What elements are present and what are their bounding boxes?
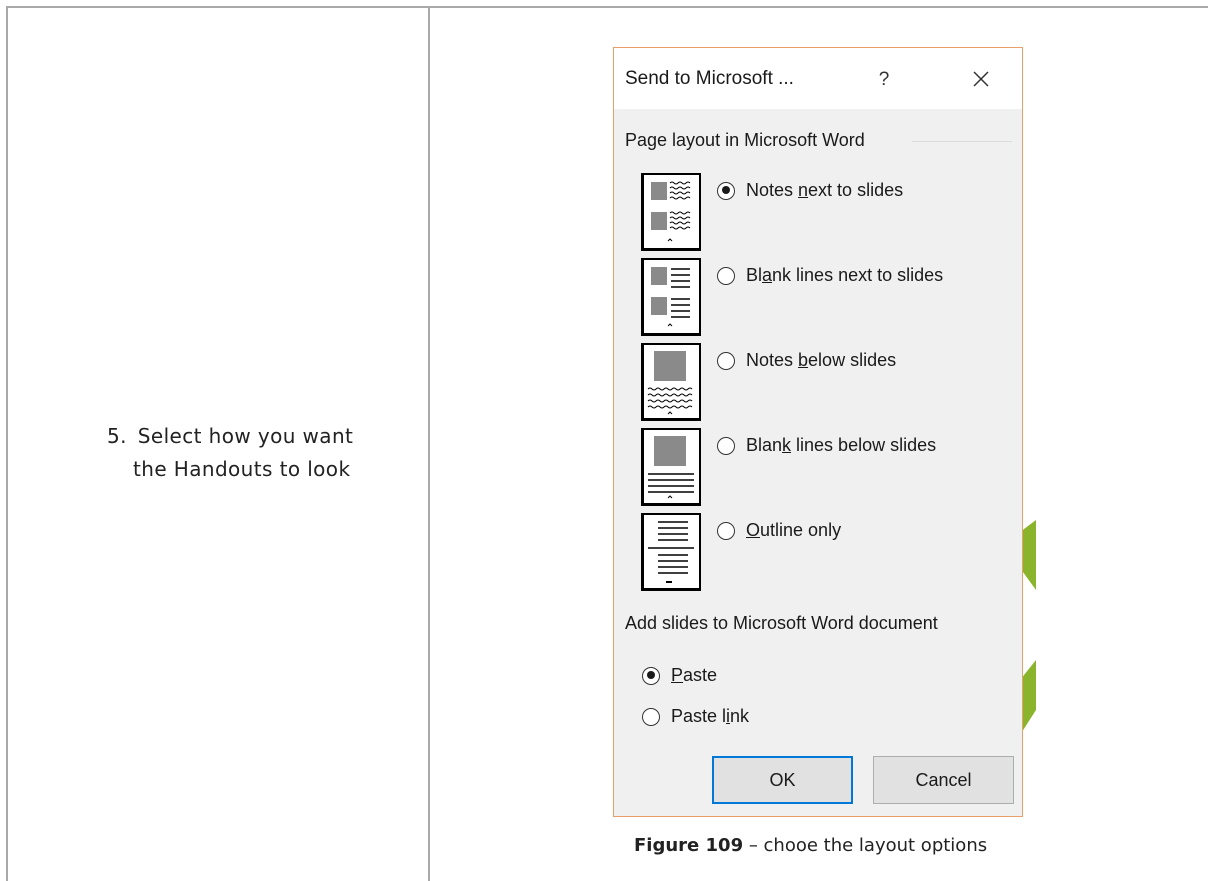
step-number: 5. — [107, 424, 127, 448]
figure-label: Figure 109 — [634, 835, 744, 856]
instruction-step: 5. Select how you want the Handouts to l… — [107, 420, 407, 486]
blank-lines-next-to-slides-icon — [641, 258, 701, 336]
figure-caption-text: – chooe the layout options — [743, 835, 988, 856]
send-to-word-dialog: Send to Microsoft ... ? Page layout in M… — [613, 47, 1023, 817]
option-label: Blank lines below slides — [746, 435, 937, 455]
radio-notes-below-slides[interactable] — [717, 351, 735, 370]
step-line-1: Select how you want — [137, 424, 354, 448]
outline-only-icon — [641, 513, 701, 591]
table-left-border — [6, 6, 8, 881]
close-icon — [973, 71, 989, 87]
option-label: Blank lines next to slides — [746, 265, 944, 285]
option-label: Notes next to slides — [746, 180, 904, 200]
option-outline-only[interactable]: Outline only — [717, 520, 841, 541]
option-label: Outline only — [746, 520, 842, 540]
radio-notes-next-to-slides[interactable] — [717, 181, 735, 200]
option-notes-below-slides[interactable]: Notes below slides — [717, 350, 896, 371]
radio-outline-only[interactable] — [717, 521, 735, 540]
option-notes-next-to-slides[interactable]: Notes next to slides — [717, 180, 903, 201]
option-blank-lines-next-to-slides[interactable]: Blank lines next to slides — [717, 265, 943, 286]
dialog-title: Send to Microsoft ... — [625, 68, 794, 89]
radio-paste-link[interactable] — [642, 707, 660, 726]
close-button[interactable] — [966, 64, 996, 94]
option-paste-link[interactable]: Paste link — [642, 706, 749, 727]
add-slides-group-label: Add slides to Microsoft Word document — [625, 613, 938, 633]
document-page: 5. Select how you want the Handouts to l… — [0, 0, 1208, 881]
radio-blank-lines-next-to-slides[interactable] — [717, 266, 735, 285]
radio-paste[interactable] — [642, 666, 660, 685]
page-layout-group-label: Page layout in Microsoft Word — [625, 130, 865, 150]
notes-next-to-slides-icon — [641, 173, 701, 251]
ok-button[interactable]: OK — [712, 756, 853, 804]
notes-below-slides-icon — [641, 343, 701, 421]
group-separator — [912, 141, 1012, 142]
help-button[interactable]: ? — [869, 66, 899, 94]
step-line-2: the Handouts to look — [133, 457, 351, 481]
radio-blank-lines-below-slides[interactable] — [717, 436, 735, 455]
option-label: Notes below slides — [746, 350, 897, 370]
dialog-titlebar: Send to Microsoft ... ? — [614, 48, 1022, 109]
background-green-shape — [1020, 520, 1042, 780]
option-paste[interactable]: Paste — [642, 665, 717, 686]
cancel-button[interactable]: Cancel — [873, 756, 1014, 804]
option-blank-lines-below-slides[interactable]: Blank lines below slides — [717, 435, 936, 456]
blank-lines-below-slides-icon — [641, 428, 701, 506]
table-column-divider — [428, 6, 430, 881]
option-label: Paste link — [671, 706, 750, 726]
option-label: Paste — [671, 665, 718, 685]
table-top-border — [6, 6, 1208, 8]
figure-caption: Figure 109 – chooe the layout options — [634, 835, 987, 856]
